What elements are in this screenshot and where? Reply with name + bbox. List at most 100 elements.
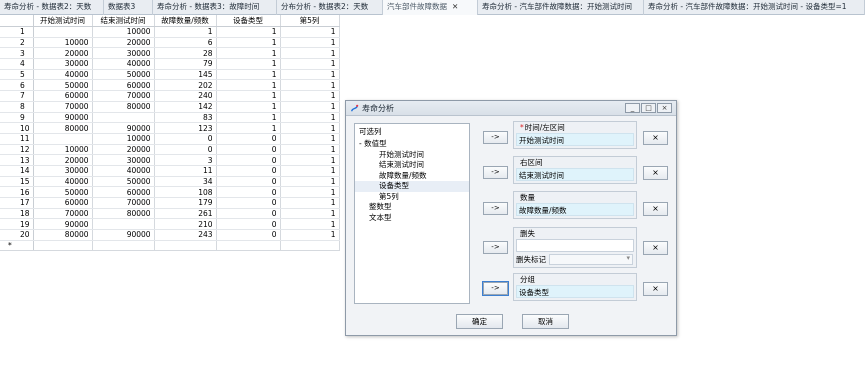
- device-type-cell[interactable]: 1: [216, 122, 281, 134]
- column5-cell[interactable]: 1: [280, 176, 340, 188]
- empty-cell[interactable]: [216, 240, 281, 252]
- start-time-cell[interactable]: 10000: [33, 144, 93, 156]
- failure-count-cell[interactable]: 145: [154, 69, 217, 81]
- tree-item-start-time[interactable]: 开始测试时间: [355, 150, 469, 161]
- row-number[interactable]: 4: [0, 58, 34, 70]
- end-time-cell[interactable]: [92, 218, 155, 231]
- add-count-button[interactable]: ->: [483, 202, 508, 215]
- empty-cell[interactable]: [154, 240, 217, 252]
- device-type-cell[interactable]: 0: [216, 186, 281, 198]
- start-time-cell[interactable]: 40000: [33, 176, 93, 188]
- row-number[interactable]: 13: [0, 154, 34, 166]
- tree-item-end-time[interactable]: 结束测试时间: [355, 160, 469, 171]
- row-number[interactable]: 19: [0, 218, 34, 231]
- clear-censor-button[interactable]: ×: [643, 241, 668, 255]
- start-time-cell[interactable]: 50000: [33, 186, 93, 198]
- failure-count-cell[interactable]: 108: [154, 186, 217, 198]
- end-time-cell[interactable]: 40000: [92, 58, 155, 70]
- failure-count-cell[interactable]: 123: [154, 122, 217, 134]
- failure-count-cell[interactable]: 210: [154, 218, 217, 231]
- end-time-cell[interactable]: 90000: [92, 122, 155, 134]
- end-time-cell[interactable]: [92, 112, 155, 124]
- row-number[interactable]: 20: [0, 229, 34, 241]
- end-time-cell[interactable]: 30000: [92, 154, 155, 166]
- col-header-device-type[interactable]: 设备类型: [216, 15, 281, 27]
- end-time-cell[interactable]: 90000: [92, 229, 155, 241]
- device-type-cell[interactable]: 1: [216, 58, 281, 70]
- start-time-cell[interactable]: 70000: [33, 101, 93, 113]
- device-type-cell[interactable]: 0: [216, 208, 281, 220]
- end-time-cell[interactable]: 30000: [92, 47, 155, 60]
- start-time-cell[interactable]: 20000: [33, 47, 93, 60]
- tree-group-text[interactable]: 文本型: [355, 213, 469, 224]
- end-time-cell[interactable]: 20000: [92, 144, 155, 156]
- tab-lifespan-table2[interactable]: 寿命分析 - 数据表2：天数: [0, 0, 104, 15]
- column5-cell[interactable]: 1: [280, 47, 340, 60]
- failure-count-cell[interactable]: 0: [154, 133, 217, 145]
- column5-cell[interactable]: 1: [280, 229, 340, 241]
- row-number[interactable]: 10: [0, 122, 34, 134]
- column5-cell[interactable]: 1: [280, 165, 340, 177]
- tree-group-numeric[interactable]: - 数值型: [355, 139, 469, 150]
- add-censor-button[interactable]: ->: [483, 241, 508, 254]
- device-type-cell[interactable]: 0: [216, 133, 281, 145]
- end-time-cell[interactable]: 50000: [92, 176, 155, 188]
- column5-cell[interactable]: 1: [280, 197, 340, 209]
- start-time-cell[interactable]: 80000: [33, 122, 93, 134]
- end-time-cell[interactable]: 70000: [92, 197, 155, 209]
- column5-cell[interactable]: 1: [280, 133, 340, 145]
- failure-count-cell[interactable]: 1: [154, 26, 217, 38]
- dialog-titlebar[interactable]: 寿命分析 _ □ ×: [346, 101, 676, 116]
- end-time-cell[interactable]: 60000: [92, 186, 155, 198]
- minimize-button[interactable]: _: [625, 103, 640, 113]
- failure-count-cell[interactable]: 83: [154, 112, 217, 124]
- column5-cell[interactable]: 1: [280, 154, 340, 166]
- failure-count-cell[interactable]: 179: [154, 197, 217, 209]
- failure-count-cell[interactable]: 240: [154, 90, 217, 102]
- row-number[interactable]: 8: [0, 101, 34, 113]
- maximize-button[interactable]: □: [641, 103, 656, 113]
- device-type-cell[interactable]: 1: [216, 47, 281, 60]
- failure-count-cell[interactable]: 6: [154, 37, 217, 49]
- end-time-cell[interactable]: 70000: [92, 90, 155, 102]
- col-header-end-time[interactable]: 结束测试时间: [92, 15, 155, 27]
- failure-count-cell[interactable]: 3: [154, 154, 217, 166]
- empty-cell[interactable]: [92, 240, 155, 252]
- device-type-cell[interactable]: 0: [216, 165, 281, 177]
- end-time-cell[interactable]: 50000: [92, 69, 155, 81]
- available-columns-list[interactable]: 可选列 - 数值型 开始测试时间 结束测试时间 故障数量/频数 设备类型 第5列…: [354, 123, 470, 304]
- device-type-cell[interactable]: 1: [216, 90, 281, 102]
- start-time-cell[interactable]: 90000: [33, 218, 93, 231]
- start-time-cell[interactable]: 90000: [33, 112, 93, 124]
- clear-right-interval-button[interactable]: ×: [643, 166, 668, 180]
- col-header-column5[interactable]: 第5列: [280, 15, 340, 27]
- close-icon[interactable]: ✕: [452, 2, 458, 11]
- failure-count-cell[interactable]: 142: [154, 101, 217, 113]
- column5-cell[interactable]: 1: [280, 144, 340, 156]
- failure-count-cell[interactable]: 79: [154, 58, 217, 70]
- row-number[interactable]: 16: [0, 186, 34, 198]
- column5-cell[interactable]: 1: [280, 101, 340, 113]
- tab-lifespan-start-time-type1[interactable]: 寿命分析 - 汽车部件故障数据：开始测试时间 - 设备类型=1: [644, 0, 865, 15]
- start-time-cell[interactable]: 20000: [33, 154, 93, 166]
- row-number[interactable]: 14: [0, 165, 34, 177]
- empty-cell[interactable]: [33, 240, 93, 252]
- failure-count-cell[interactable]: 34: [154, 176, 217, 188]
- add-time-button[interactable]: ->: [483, 131, 508, 144]
- device-type-cell[interactable]: 1: [216, 112, 281, 124]
- failure-count-cell[interactable]: 11: [154, 165, 217, 177]
- device-type-cell[interactable]: 0: [216, 176, 281, 188]
- collapse-icon[interactable]: -: [359, 139, 362, 148]
- column5-cell[interactable]: 1: [280, 186, 340, 198]
- tree-item-failure-count[interactable]: 故障数量/频数: [355, 171, 469, 182]
- failure-count-cell[interactable]: 28: [154, 47, 217, 60]
- column5-cell[interactable]: 1: [280, 26, 340, 38]
- row-number[interactable]: 5: [0, 69, 34, 81]
- device-type-cell[interactable]: 1: [216, 69, 281, 81]
- start-time-cell[interactable]: 30000: [33, 165, 93, 177]
- end-time-cell[interactable]: 80000: [92, 101, 155, 113]
- device-type-cell[interactable]: 0: [216, 154, 281, 166]
- row-number[interactable]: 6: [0, 79, 34, 92]
- clear-time-button[interactable]: ×: [643, 131, 668, 145]
- tab-distribution-table2[interactable]: 分布分析 - 数据表2：天数: [277, 0, 383, 15]
